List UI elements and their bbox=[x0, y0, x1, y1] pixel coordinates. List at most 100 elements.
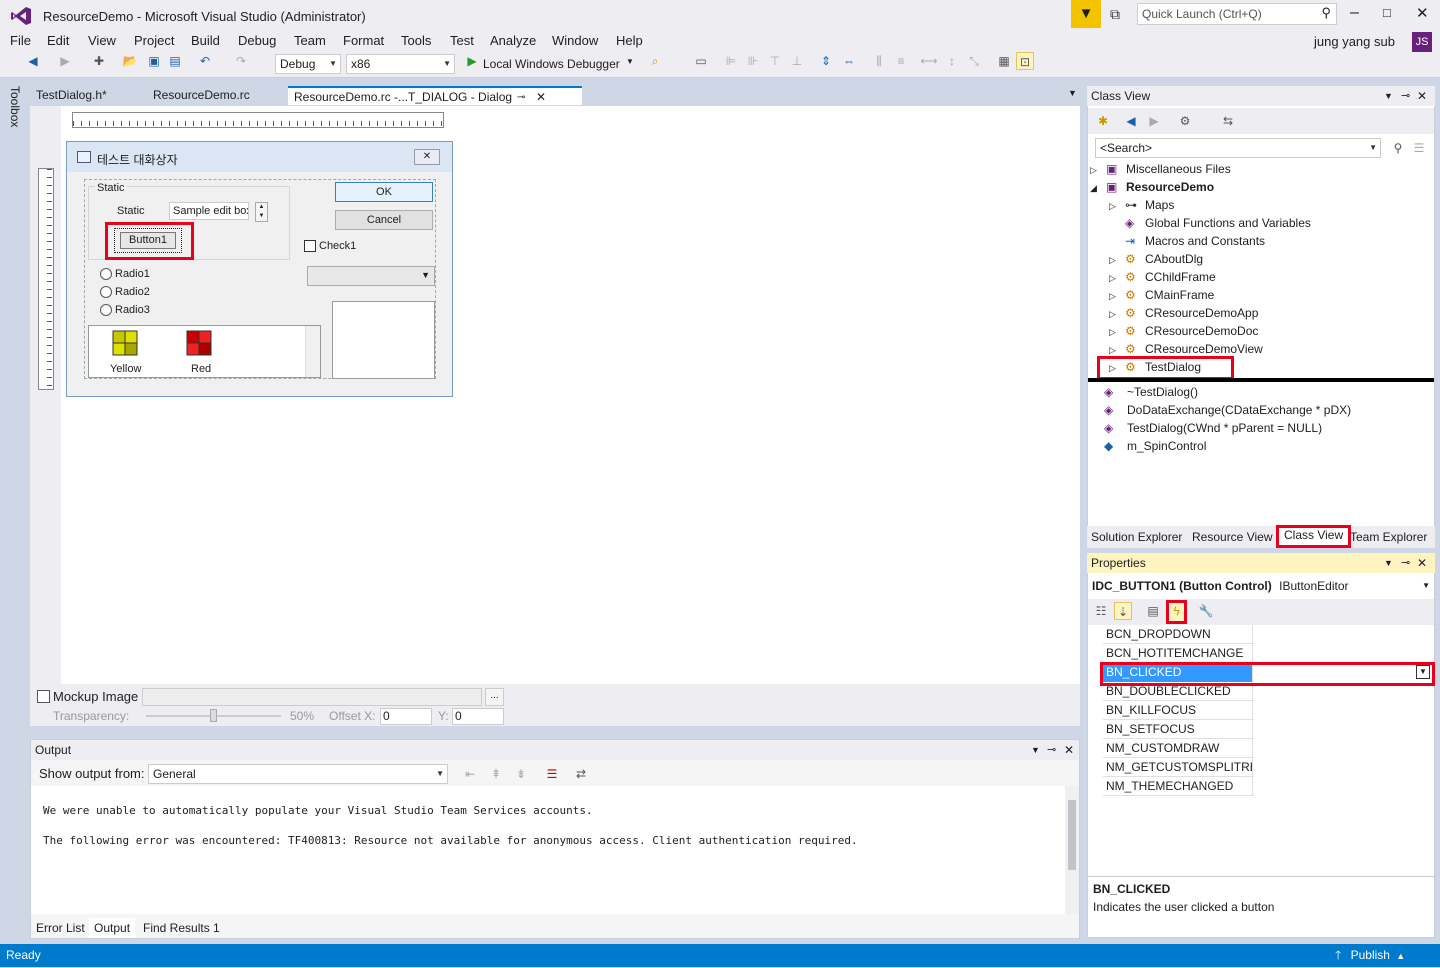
event-row[interactable]: NM_CUSTOMDRAW bbox=[1103, 739, 1432, 758]
toggle-grid-icon[interactable]: ▦ bbox=[995, 52, 1013, 70]
expand-arrow-icon[interactable]: ◢ bbox=[1090, 179, 1106, 197]
close-tab-icon[interactable]: ✕ bbox=[536, 88, 546, 107]
debugger-label[interactable]: Local Windows Debugger bbox=[483, 57, 620, 71]
tree-item[interactable]: ◢ ▣ ResourceDemo bbox=[1090, 178, 1214, 196]
platform-select[interactable]: x86 ▼ bbox=[346, 54, 455, 74]
prev-message-icon[interactable]: ⇞ bbox=[487, 765, 505, 783]
event-handler-value[interactable] bbox=[1254, 625, 1432, 644]
minimize-button[interactable]: – bbox=[1350, 4, 1359, 22]
settings-gear-icon[interactable]: ⚙ bbox=[1176, 112, 1194, 130]
control-events-icon[interactable]: ϟ bbox=[1166, 600, 1187, 624]
spin-control[interactable]: ▲ ▼ bbox=[255, 202, 268, 222]
designed-dialog[interactable]: 테스트 대화상자 ✕ Static Static Sample edit box… bbox=[66, 141, 453, 397]
alphabetical-icon[interactable]: ⇣ bbox=[1114, 602, 1132, 620]
tree-item[interactable]: ▷ ⚙ CChildFrame bbox=[1109, 268, 1216, 286]
tree-item[interactable]: ▷ ⚙ CResourceDemoApp bbox=[1109, 304, 1258, 322]
object-selector[interactable]: IDC_BUTTON1 (Button Control) IButtonEdit… bbox=[1088, 575, 1434, 597]
close-panel-icon[interactable]: ✕ bbox=[1064, 740, 1074, 760]
offset-y-input[interactable]: 0 bbox=[452, 708, 504, 725]
next-message-icon[interactable]: ⇟ bbox=[512, 765, 530, 783]
tree-item[interactable]: ▷ ⚙ CResourceDemoDoc bbox=[1109, 322, 1258, 340]
list-item-yellow[interactable]: Yellow bbox=[110, 363, 141, 375]
forward-icon[interactable]: ▶ bbox=[56, 52, 74, 70]
feedback-icon[interactable]: ⧉ bbox=[1110, 6, 1120, 23]
vertical-ruler[interactable] bbox=[38, 168, 54, 390]
align-left-icon[interactable]: ⊫ bbox=[722, 52, 740, 70]
pin-icon[interactable]: ⊸ bbox=[1047, 740, 1056, 760]
make-same-width-icon[interactable]: ⟷ bbox=[920, 52, 938, 70]
menu-team[interactable]: Team bbox=[294, 33, 326, 48]
event-row[interactable]: BN_KILLFOCUS bbox=[1103, 701, 1432, 720]
menu-build[interactable]: Build bbox=[191, 33, 220, 48]
close-panel-icon[interactable]: ✕ bbox=[1417, 553, 1427, 573]
back-icon[interactable]: ◀ bbox=[24, 52, 42, 70]
radio2[interactable] bbox=[100, 286, 112, 298]
align-right-icon[interactable]: ⊪ bbox=[744, 52, 762, 70]
close-window-button[interactable]: ✕ bbox=[1416, 4, 1429, 22]
align-top-icon[interactable]: ⊤ bbox=[766, 52, 784, 70]
center-vertical-icon[interactable]: ⇕ bbox=[817, 52, 835, 70]
close-panel-icon[interactable]: ✕ bbox=[1417, 86, 1427, 106]
expand-arrow-icon[interactable]: ▷ bbox=[1109, 269, 1125, 287]
output-source-select[interactable]: General ▼ bbox=[148, 764, 448, 784]
properties-icon[interactable]: ▤ bbox=[1144, 602, 1162, 620]
menu-tools[interactable]: Tools bbox=[401, 33, 431, 48]
start-debug-icon[interactable]: ▶ bbox=[463, 52, 481, 70]
expand-arrow-icon[interactable]: ▷ bbox=[1109, 251, 1125, 269]
property-pages-icon[interactable]: 🔧 bbox=[1197, 602, 1215, 620]
toolbox-tab[interactable]: Toolbox bbox=[4, 84, 26, 134]
space-down-icon[interactable]: ≡ bbox=[892, 52, 910, 70]
test-dialog-icon[interactable]: ▭ bbox=[692, 52, 710, 70]
tab-output[interactable]: Output bbox=[89, 918, 136, 938]
make-same-height-icon[interactable]: ↕ bbox=[943, 52, 961, 70]
tab-find-results[interactable]: Find Results 1 bbox=[138, 918, 225, 938]
center-horizontal-icon[interactable]: ⇔ bbox=[840, 52, 858, 70]
event-row[interactable]: NM_GETCUSTOMSPLITRECT bbox=[1103, 758, 1432, 777]
menu-format[interactable]: Format bbox=[343, 33, 384, 48]
dialog-combo-box[interactable]: ▼ bbox=[307, 266, 435, 286]
image-list-control[interactable]: Yellow Red bbox=[88, 325, 321, 378]
list-item-red[interactable]: Red bbox=[191, 363, 211, 375]
menu-file[interactable]: File bbox=[10, 33, 31, 48]
tree-splitter[interactable] bbox=[1088, 378, 1434, 382]
pin-icon[interactable]: ⊸ bbox=[1401, 86, 1410, 106]
event-row[interactable]: BCN_HOTITEMCHANGE bbox=[1103, 644, 1432, 663]
mockup-image-checkbox[interactable] bbox=[37, 690, 50, 703]
tab-overflow-icon[interactable]: ▼ bbox=[1068, 88, 1077, 98]
tab-class-view[interactable]: Class View bbox=[1276, 525, 1352, 548]
menu-test[interactable]: Test bbox=[450, 33, 474, 48]
cancel-button[interactable]: Cancel bbox=[335, 210, 433, 230]
tab-solution-explorer[interactable]: Solution Explorer bbox=[1086, 527, 1187, 547]
space-across-icon[interactable]: ⫼ bbox=[870, 52, 888, 70]
event-row[interactable]: BN_SETFOCUS bbox=[1103, 720, 1432, 739]
make-same-size-icon[interactable]: ⤡ bbox=[965, 52, 983, 70]
menu-analyze[interactable]: Analyze bbox=[490, 33, 536, 48]
menu-window[interactable]: Window bbox=[552, 33, 598, 48]
tab-testdialog-h[interactable]: TestDialog.h* bbox=[30, 86, 113, 105]
static-label[interactable]: Static bbox=[117, 205, 145, 217]
user-avatar[interactable]: JS bbox=[1412, 32, 1432, 52]
class-search-input[interactable]: <Search> ▼ bbox=[1095, 138, 1381, 158]
ok-button[interactable]: OK bbox=[335, 182, 433, 202]
tab-team-explorer[interactable]: Team Explorer bbox=[1345, 527, 1432, 547]
sample-edit-box[interactable]: Sample edit box bbox=[169, 202, 249, 220]
picture-control[interactable] bbox=[332, 301, 435, 379]
expand-arrow-icon[interactable]: ▷ bbox=[1109, 197, 1125, 215]
dialog-close-icon[interactable]: ✕ bbox=[414, 149, 440, 165]
word-wrap-icon[interactable]: ⇄ bbox=[572, 765, 590, 783]
menu-edit[interactable]: Edit bbox=[47, 33, 69, 48]
mockup-browse-button[interactable]: ... bbox=[485, 688, 504, 706]
transparency-thumb[interactable] bbox=[210, 709, 217, 722]
tree-item[interactable]: ▷ ⊶ Maps bbox=[1109, 196, 1174, 214]
event-handler-value[interactable] bbox=[1254, 644, 1432, 663]
scrollbar-thumb[interactable] bbox=[1068, 800, 1076, 870]
config-select[interactable]: Debug ▼ bbox=[275, 54, 341, 74]
pin-icon[interactable]: ⊸ bbox=[1401, 553, 1410, 573]
redo-icon[interactable]: ↷ bbox=[232, 52, 250, 70]
event-row[interactable]: BCN_DROPDOWN bbox=[1103, 625, 1432, 644]
member-item[interactable]: ◈ ~TestDialog() bbox=[1104, 383, 1198, 401]
expand-arrow-icon[interactable]: ▷ bbox=[1109, 305, 1125, 323]
radio1[interactable] bbox=[100, 268, 112, 280]
new-project-icon[interactable]: ✚ bbox=[90, 52, 108, 70]
tab-dialog-editor[interactable]: ResourceDemo.rc -...T_DIALOG - Dialog ⊸ … bbox=[288, 86, 582, 105]
